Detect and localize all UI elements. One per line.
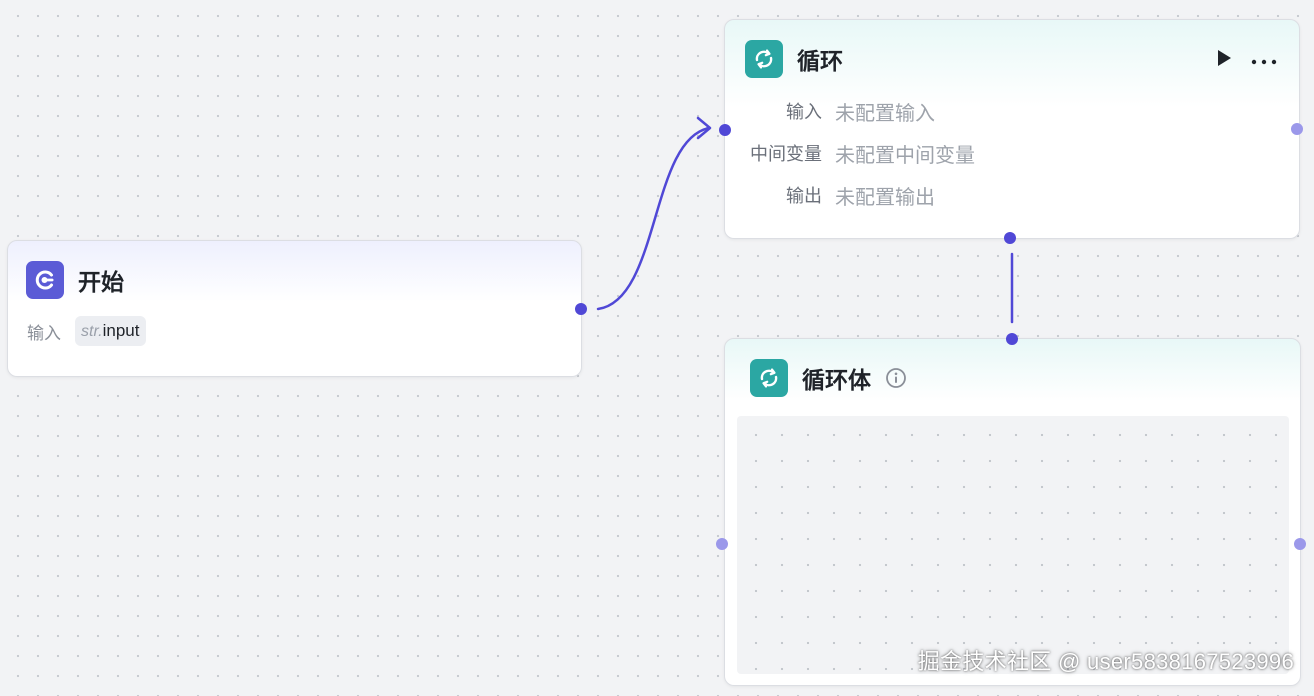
loop-body-left-port[interactable]	[716, 538, 728, 550]
loop-row-input: 输入 未配置输入	[725, 90, 1299, 132]
loop-node-header: 循环	[725, 20, 1299, 78]
info-icon[interactable]	[885, 367, 907, 389]
start-node[interactable]: 开始 输入 str. input	[7, 240, 582, 377]
loop-icon	[745, 40, 783, 78]
variable-name: input	[102, 321, 140, 340]
loop-input-port[interactable]	[719, 124, 731, 136]
loop-node-rows: 输入 未配置输入 中间变量 未配置中间变量 输出 未配置输出	[725, 78, 1299, 216]
start-node-title: 开始	[78, 269, 124, 295]
start-input-label: 输入	[27, 323, 61, 343]
play-icon[interactable]	[1215, 48, 1233, 73]
loop-row-value: 未配置输出	[835, 186, 935, 209]
loop-body-node[interactable]: 循环体	[724, 338, 1301, 686]
loop-row-output: 输出 未配置输出	[725, 174, 1299, 216]
loop-output-port[interactable]	[1291, 123, 1303, 135]
loop-row-label: 输出	[786, 186, 822, 206]
loop-body-title: 循环体	[802, 367, 871, 393]
loop-row-intermediate: 中间变量 未配置中间变量	[725, 132, 1299, 174]
loop-body-header: 循环体	[725, 339, 1300, 397]
loop-body-canvas[interactable]	[737, 416, 1289, 674]
edge-arrowhead	[696, 116, 712, 140]
loop-node[interactable]: 循环 输入 未配置输入 中间变量 未配置中间变量 输出 未配置输出	[724, 19, 1300, 239]
loop-row-value: 未配置中间变量	[835, 144, 975, 167]
loop-body-right-port[interactable]	[1294, 538, 1306, 550]
loop-row-label: 输入	[786, 102, 822, 122]
loop-body-target-port[interactable]	[1006, 333, 1018, 345]
loop-node-title: 循环	[797, 48, 843, 74]
more-icon[interactable]	[1251, 52, 1277, 70]
loop-body-source-port[interactable]	[1004, 232, 1016, 244]
loop-node-actions	[1215, 48, 1277, 73]
input-variable-tag[interactable]: str. input	[75, 316, 146, 346]
loop-icon	[750, 359, 788, 397]
loop-row-label: 中间变量	[750, 144, 822, 164]
variable-type: str.	[81, 323, 103, 340]
start-node-header: 开始	[8, 241, 581, 299]
loop-row-value: 未配置输入	[835, 102, 935, 125]
start-output-port[interactable]	[575, 303, 587, 315]
edge-start-to-loop[interactable]	[596, 126, 711, 311]
start-input-row: 输入 str. input	[8, 299, 581, 346]
watermark: 掘金技术社区 @ user5838167523996	[917, 649, 1294, 674]
start-icon	[26, 261, 64, 299]
